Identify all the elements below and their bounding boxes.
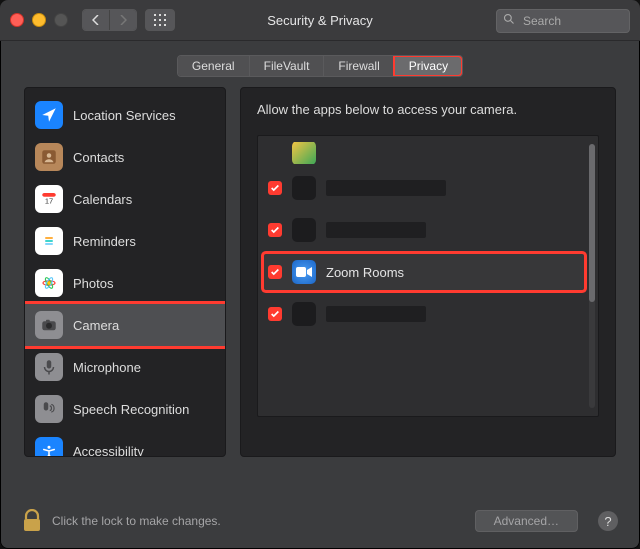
tab-firewall[interactable]: Firewall [323,56,393,76]
sidebar-item-label: Contacts [73,150,124,165]
scrollbar-thumb[interactable] [589,144,595,302]
app-name-redacted [326,306,426,322]
zoom-icon[interactable] [54,13,68,27]
sidebar-item-speech-recognition[interactable]: Speech Recognition [25,388,225,430]
tab-filevault[interactable]: FileVault [249,56,324,76]
sidebar-item-microphone[interactable]: Microphone [25,346,225,388]
permission-checkbox[interactable] [268,307,282,321]
sidebar-item-label: Reminders [73,234,136,249]
app-list-container: Zoom Rooms [257,135,599,417]
search-input[interactable] [521,13,610,29]
sidebar-item-photos[interactable]: Photos [25,262,225,304]
sidebar-item-location-services[interactable]: Location Services [25,94,225,136]
app-row [264,296,584,332]
tab-general[interactable]: General [178,56,249,76]
sidebar-item-accessibility[interactable]: Accessibility [25,430,225,457]
sidebar-item-label: Photos [73,276,113,291]
app-icon-redacted [292,302,316,326]
permission-checkbox[interactable] [268,265,282,279]
content: Location Services Contacts 17 Calendars Remi… [0,87,640,457]
reminders-icon [35,227,63,255]
sidebar-item-calendars[interactable]: 17 Calendars [25,178,225,220]
sidebar-item-reminders[interactable]: Reminders [25,220,225,262]
preferences-window: Security & Privacy GeneralFileVaultFirew… [0,0,640,549]
search-field[interactable] [496,9,630,33]
lock-hint: Click the lock to make changes. [52,514,465,528]
permissions-heading: Allow the apps below to access your came… [257,102,599,117]
calendar-icon: 17 [35,185,63,213]
app-row [264,170,584,206]
nav-back-forward [82,9,137,31]
scrollbar[interactable] [589,144,595,408]
lock-icon[interactable] [22,509,42,533]
titlebar: Security & Privacy [0,0,640,41]
sidebar-item-label: Accessibility [73,444,144,458]
minimize-icon[interactable] [32,13,46,27]
camera-icon [35,311,63,339]
sidebar-item-label: Location Services [73,108,176,123]
traffic-lights [10,13,68,27]
photos-icon [35,269,63,297]
zoom-rooms-icon [292,260,316,284]
close-icon[interactable] [10,13,24,27]
footer: Click the lock to make changes. Advanced… [0,493,640,549]
speech-icon [35,395,63,423]
app-list: Zoom Rooms [258,136,598,338]
app-row: Zoom Rooms [264,254,584,290]
app-name: Zoom Rooms [326,265,404,280]
tab-privacy[interactable]: Privacy [394,56,462,76]
privacy-category-panel: Location Services Contacts 17 Calendars Remi… [24,87,226,457]
forward-button[interactable] [109,10,136,30]
show-all-button[interactable] [145,9,175,31]
contacts-icon [35,143,63,171]
app-name-redacted [326,222,426,238]
app-icon-redacted [292,176,316,200]
advanced-button[interactable]: Advanced… [475,510,578,532]
accessibility-icon [35,437,63,457]
sidebar-item-label: Camera [73,318,119,333]
sidebar-item-contacts[interactable]: Contacts [25,136,225,178]
sidebar-item-camera[interactable]: Camera [25,304,225,346]
help-button[interactable]: ? [598,511,618,531]
search-icon [503,12,515,30]
app-row [264,212,584,248]
sidebar-item-label: Calendars [73,192,132,207]
sidebar-item-label: Speech Recognition [73,402,189,417]
svg-text:17: 17 [45,197,53,206]
privacy-category-list: Location Services Contacts 17 Calendars Remi… [25,88,225,457]
app-icon [292,142,316,164]
permission-checkbox[interactable] [268,181,282,195]
back-button[interactable] [83,10,109,30]
app-icon-redacted [292,218,316,242]
location-arrow-icon [35,101,63,129]
sidebar-item-label: Microphone [73,360,141,375]
permission-checkbox[interactable] [268,223,282,237]
microphone-icon [35,353,63,381]
tabs: GeneralFileVaultFirewallPrivacy [177,55,463,77]
app-permissions-panel: Allow the apps below to access your came… [240,87,616,457]
app-name-redacted [326,180,446,196]
tabs-row: GeneralFileVaultFirewallPrivacy [0,41,640,87]
